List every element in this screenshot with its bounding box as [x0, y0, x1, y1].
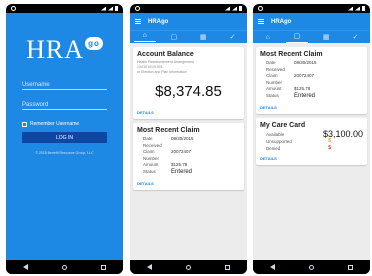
app-bar: HRAgo [253, 13, 370, 30]
details-link[interactable]: DETAILS [137, 181, 240, 186]
recent-claim-card: Most Recent Claim Date Received 08/30/201… [256, 47, 367, 114]
details-link[interactable]: DETAILS [137, 110, 240, 115]
home-icon[interactable]: ⌂ [133, 32, 156, 42]
app-title: HRAgo [271, 18, 292, 25]
recent-claim-card: Most Recent Claim Date Received 08/30/201… [133, 123, 244, 190]
login-screen: HRA go Username Password Remember Usernam… [6, 13, 123, 260]
copyright-text: © 2015 Benefit Resource Group, LLC [35, 151, 94, 155]
claim-row: Date Received 08/30/2015 [143, 136, 194, 148]
wifi-icon [108, 6, 113, 11]
android-nav-bar [6, 260, 123, 274]
app-bar: HRAgo [130, 13, 247, 30]
claim-row: Date Received 08/30/2015 [266, 60, 317, 72]
home-icon[interactable]: ⌂ [257, 34, 279, 41]
android-nav-bar [130, 260, 247, 274]
hrago-logo: HRA go [6, 35, 123, 65]
remember-checkbox[interactable] [22, 121, 27, 127]
details-link[interactable]: DETAILS [260, 156, 363, 161]
username-field[interactable]: Username [22, 79, 107, 90]
back-icon[interactable] [147, 264, 152, 270]
unsupported-row: Unsupported $ [266, 138, 331, 144]
home-nav-icon[interactable] [309, 264, 314, 270]
back-icon[interactable] [23, 264, 28, 270]
recents-icon[interactable] [348, 264, 353, 270]
details-link[interactable]: DETAILS [260, 105, 363, 110]
login-button[interactable]: LOG IN [22, 132, 107, 143]
home-nav-icon[interactable] [62, 264, 67, 270]
battery-icon [239, 6, 242, 11]
tab-bar: ⌂ ▢ ▦ ✓ [130, 30, 247, 43]
menu-icon[interactable] [135, 19, 141, 24]
claim-row: Status Entered [266, 92, 316, 99]
denied-row: Denied $ [266, 145, 331, 151]
wifi-icon [232, 6, 237, 11]
recents-icon[interactable] [101, 264, 106, 270]
check-icon[interactable]: ✓ [344, 33, 366, 41]
balance-amount: $8,374.85 [155, 83, 222, 100]
check-icon[interactable]: ✓ [221, 33, 243, 41]
wifi-icon [355, 6, 360, 11]
password-field[interactable]: Password [22, 99, 107, 110]
available-row: Available $3,100.00 [266, 129, 363, 139]
signal-icon [225, 6, 230, 11]
menu-icon[interactable] [258, 19, 264, 24]
calendar-icon[interactable]: ▦ [315, 33, 337, 41]
calendar-icon[interactable]: ▦ [192, 33, 214, 41]
status-icon [258, 6, 263, 11]
phone-dashboard: HRAgo ⌂ ▢ ▦ ✓ Account Balance Health Rei… [130, 4, 247, 274]
battery-icon [362, 6, 365, 11]
battery-icon [115, 6, 118, 11]
claim-row: Claim Number 20072407 [143, 149, 192, 161]
home-nav-icon[interactable] [186, 264, 191, 270]
status-icon [11, 6, 16, 11]
remember-username[interactable]: Remember Username [22, 121, 79, 127]
signal-icon [348, 6, 353, 11]
signal-icon [101, 6, 106, 11]
status-bar [6, 4, 123, 13]
claim-row: Status Entered [143, 168, 193, 175]
status-bar [253, 4, 370, 13]
care-card-card: My Care Card Available $3,100.00 Unsuppor… [256, 118, 367, 165]
card-icon[interactable]: ▢ [163, 33, 185, 41]
tab-bar: ⌂ ▢ ▦ ✓ [253, 30, 370, 43]
status-bar [130, 4, 247, 13]
account-balance-card: Account Balance Health Reimbursement Arr… [133, 47, 244, 119]
claim-row: Claim Number 20072407 [266, 73, 315, 85]
phone-login: HRA go Username Password Remember Usernam… [6, 4, 123, 274]
android-nav-bar [253, 260, 370, 274]
phone-claims: HRAgo ⌂ ▢ ▦ ✓ Most Recent Claim Date Rec… [253, 4, 370, 274]
status-icon [135, 6, 140, 11]
recents-icon[interactable] [225, 264, 230, 270]
back-icon[interactable] [270, 264, 275, 270]
app-title: HRAgo [148, 18, 169, 25]
card-icon[interactable]: ▢ [285, 32, 308, 43]
